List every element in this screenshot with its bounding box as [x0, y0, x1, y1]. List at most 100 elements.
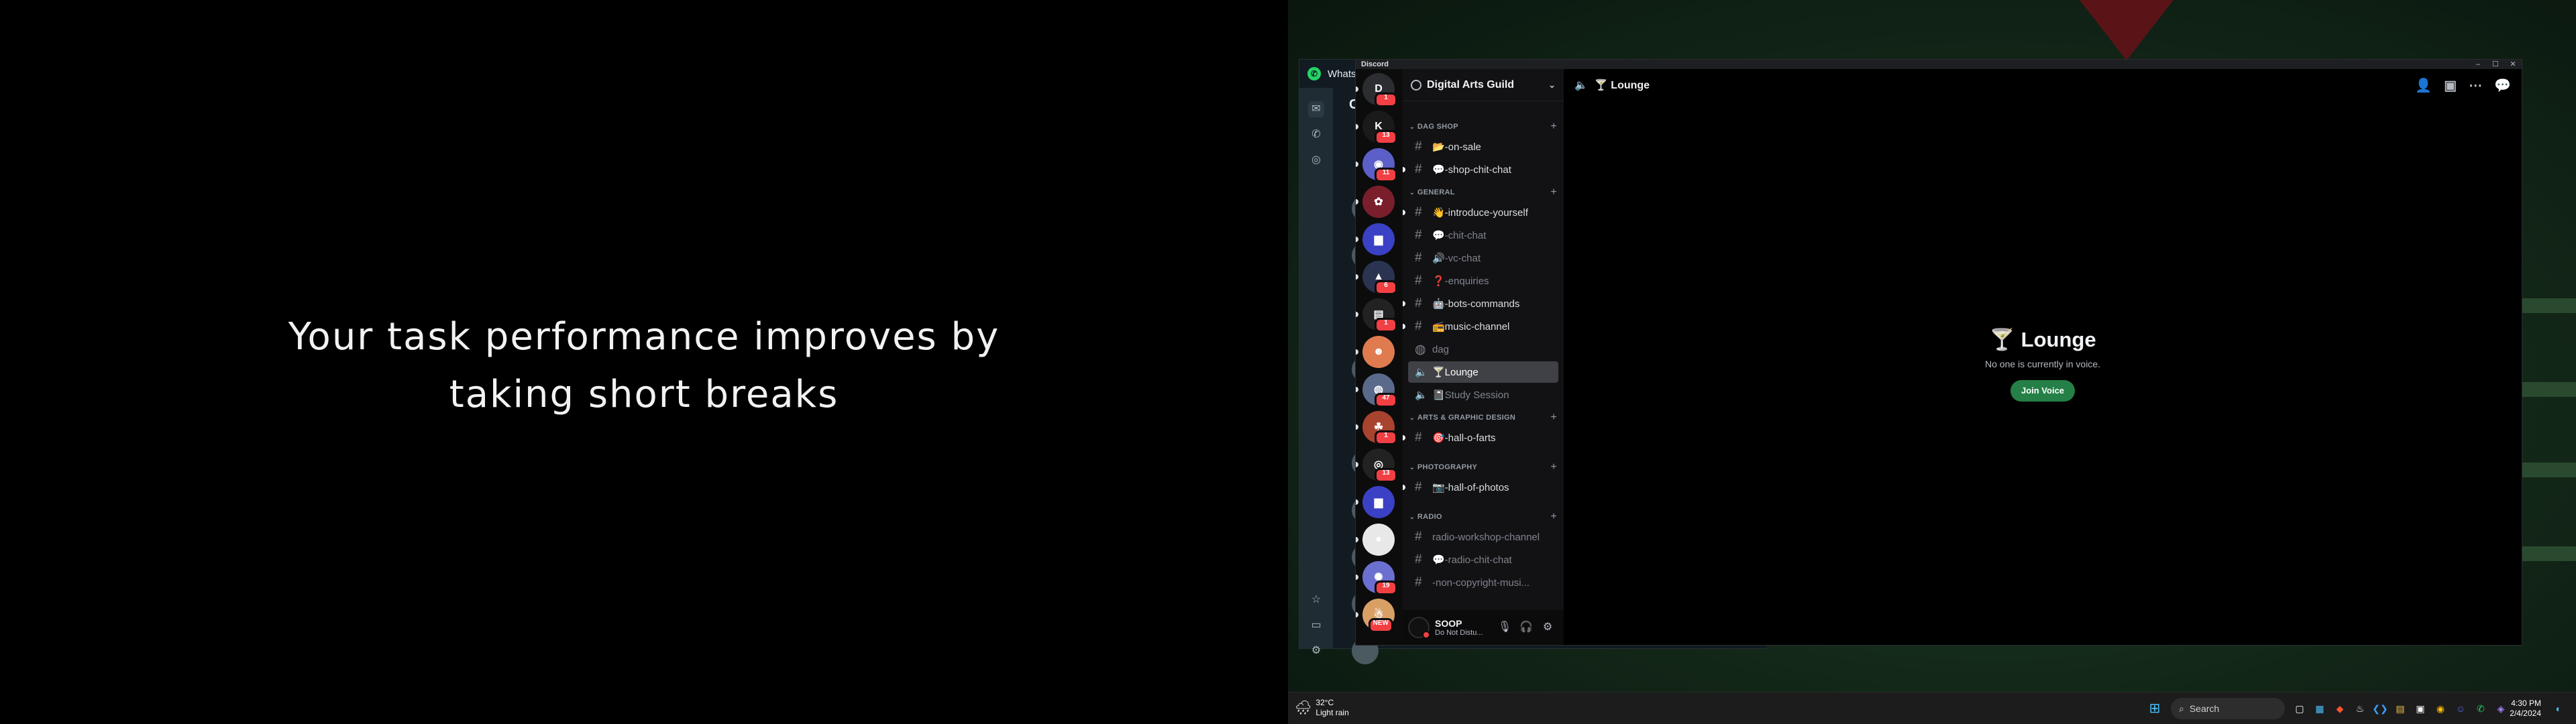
starred-icon[interactable]: ☆	[1308, 592, 1324, 608]
server-icon[interactable]: ●	[1356, 524, 1395, 556]
photos-icon[interactable]: ▣	[2412, 701, 2428, 717]
text-channel-icon: #	[1415, 296, 1422, 310]
channel-study-session[interactable]: 🔈 📓Study Session	[1408, 384, 1558, 406]
server-icon[interactable]: ☃ NEW	[1356, 599, 1395, 633]
username: SOOP	[1435, 618, 1462, 629]
server-icon[interactable]: ✿	[1356, 186, 1395, 218]
category-photography[interactable]: ⌄ PHOTOGRAPHY +	[1409, 461, 1557, 474]
channel-dag[interactable]: ◍ dag	[1408, 339, 1558, 360]
whatsapp-nav-rail: ✉ ✆ ◎ ☆ ▭ ⚙	[1299, 88, 1333, 656]
discord-titlebar[interactable]: Discord	[1356, 60, 2522, 69]
server-initial: ▆	[1374, 497, 1383, 508]
task-view-icon[interactable]: ▢	[2292, 701, 2308, 717]
server-icon[interactable]: ◎ 13	[1356, 448, 1397, 483]
channel-radio-workshop[interactable]: # radio-workshop-channel	[1408, 526, 1558, 548]
channel-sidebar: Digital Arts Guild ⌄ ⌄ DAG SHOP + # 📂-on-sa…	[1403, 69, 1564, 645]
minimize-button[interactable]: –	[2469, 60, 2487, 69]
channel-hall-of-photos[interactable]: # 📷-hall-of-photos	[1403, 477, 1558, 498]
category-radio[interactable]: ⌄ RADIO +	[1409, 510, 1557, 524]
notification-icon[interactable]: ◐	[2551, 701, 2567, 717]
start-icon[interactable]: ⊞	[2147, 701, 2163, 717]
avatar[interactable]	[1408, 617, 1430, 639]
brave-icon[interactable]: ◆	[2332, 701, 2348, 717]
server-icon[interactable]: ◍ 47	[1356, 373, 1397, 408]
text-channel-icon: #	[1415, 530, 1422, 544]
maximize-button[interactable]: ☐	[2487, 60, 2504, 69]
channel-radio-chit-chat[interactable]: # 💬-radio-chit-chat	[1408, 549, 1558, 570]
break-message-line-1: Your task performance improves by	[288, 315, 1000, 359]
mention-badge: 13	[1375, 130, 1397, 145]
whatsapp-icon[interactable]: ✆	[2473, 701, 2489, 717]
close-button[interactable]: ✕	[2504, 60, 2522, 69]
channel-enquiries[interactable]: # ❓-enquiries	[1408, 270, 1558, 292]
category-arts-graphic-design[interactable]: ⌄ ARTS & GRAPHIC DESIGN +	[1409, 411, 1557, 424]
steam-icon[interactable]: ♨	[2352, 701, 2368, 717]
server-icon[interactable]: K 13	[1356, 111, 1397, 145]
text-channel-icon: #	[1415, 274, 1422, 288]
guild-name: Digital Arts Guild	[1427, 78, 1515, 90]
dnd-status-icon	[1422, 631, 1430, 639]
join-voice-button[interactable]: Join Voice	[2010, 380, 2076, 402]
add-channel-icon[interactable]: +	[1550, 511, 1557, 523]
channel-hall-o-farts[interactable]: # 🎯-hall-o-farts	[1403, 427, 1558, 448]
chats-icon[interactable]: ✉	[1308, 101, 1324, 117]
add-member-icon[interactable]: 👤	[2415, 77, 2432, 94]
discord-window[interactable]: Discord – ☐ ✕ D 1 K 13 ◉ 11 ✿ ▆ ▲ 6 ▤ 1 ☻ ◍ 47 ☘ 1 ◎ 13 ▆ ● ✺…	[1355, 59, 2522, 646]
whatsapp-logo-icon: ✆	[1307, 67, 1321, 80]
discord-icon[interactable]: ☺	[2453, 701, 2469, 717]
add-channel-icon[interactable]: +	[1550, 412, 1557, 424]
channel-bots-commands[interactable]: # 🤖-bots-commands	[1403, 293, 1558, 314]
calls-icon[interactable]: ✆	[1308, 127, 1324, 143]
weather-widget[interactable]: 🌧 32°C Light rain	[1295, 698, 1349, 718]
taskbar-clock[interactable]: 4:30 PM 2/4/2024	[2510, 699, 2541, 719]
vscode-icon[interactable]: ❮❯	[2372, 701, 2388, 717]
channel-shop-chit-chat[interactable]: # 💬-shop-chit-chat	[1403, 159, 1558, 180]
more-options-icon[interactable]: ⋯	[2469, 77, 2482, 94]
guild-header[interactable]: Digital Arts Guild ⌄	[1403, 69, 1564, 101]
unread-pill	[1356, 424, 1358, 430]
channel-music-channel[interactable]: # 📻music-channel	[1403, 316, 1558, 337]
taskbar-search[interactable]: ⌕ Search	[2171, 698, 2285, 719]
server-icon[interactable]: ✺ 19	[1356, 561, 1397, 595]
server-icon[interactable]: ▆	[1356, 486, 1395, 518]
settings-icon[interactable]: ⚙	[1308, 643, 1324, 659]
file-explorer-icon[interactable]: ▤	[2392, 701, 2408, 717]
gear-icon[interactable]: ⚙	[1537, 617, 1558, 638]
screen-share-icon[interactable]: ▣	[2444, 77, 2457, 94]
add-channel-icon[interactable]: +	[1550, 461, 1557, 473]
user-info[interactable]: SOOP Do Not Distu...	[1435, 618, 1483, 637]
widgets-icon[interactable]: ▦	[2312, 701, 2328, 717]
channel-on-sale[interactable]: # 📂-on-sale	[1408, 136, 1558, 158]
server-icon[interactable]: ▲ 6	[1356, 261, 1397, 295]
server-icon[interactable]: ◉ 11	[1356, 148, 1397, 182]
channel-chit-chat[interactable]: # 💬-chit-chat	[1408, 225, 1558, 246]
category-general[interactable]: ⌄ GENERAL +	[1409, 186, 1557, 199]
unread-indicator	[1403, 210, 1405, 215]
server-icon[interactable]: ▤ 1	[1356, 298, 1397, 333]
microphone-icon[interactable]: 🎙	[1494, 617, 1515, 638]
chevron-down-icon[interactable]: ⌄	[1548, 80, 1556, 90]
user-panel: SOOP Do Not Distu... 🎙 🎧 ⚙	[1403, 610, 1564, 645]
category-dag-shop[interactable]: ⌄ DAG SHOP +	[1409, 120, 1557, 133]
add-channel-icon[interactable]: +	[1550, 121, 1557, 133]
server-icon[interactable]: D1	[1356, 73, 1397, 107]
unread-pill	[1356, 612, 1358, 617]
add-channel-icon[interactable]: +	[1550, 186, 1557, 198]
status-icon[interactable]: ◎	[1308, 152, 1324, 168]
chat-icon[interactable]: 💬	[2494, 77, 2511, 94]
archive-icon[interactable]: ▭	[1308, 617, 1324, 634]
obsidian-icon[interactable]: ◈	[2493, 701, 2509, 717]
mention-badge: 1	[1375, 318, 1397, 333]
chrome-icon[interactable]: ◉	[2432, 701, 2449, 717]
server-initial: ●	[1375, 534, 1382, 545]
text-channel-icon: #	[1415, 251, 1422, 265]
headphones-icon[interactable]: 🎧	[1515, 617, 1537, 638]
channel-non-copyright-music[interactable]: # -non-copyright-musi...	[1408, 572, 1558, 593]
unread-pill	[1356, 237, 1358, 242]
server-icon[interactable]: ▆	[1356, 223, 1395, 255]
server-icon[interactable]: ☻	[1356, 336, 1395, 368]
channel-introduce-yourself[interactable]: # 👋-introduce-yourself	[1403, 202, 1558, 223]
channel-lounge[interactable]: 🔈 🍸Lounge	[1408, 361, 1558, 383]
channel-vc-chat[interactable]: # 🔊-vc-chat	[1408, 247, 1558, 269]
server-icon[interactable]: ☘ 1	[1356, 411, 1397, 445]
